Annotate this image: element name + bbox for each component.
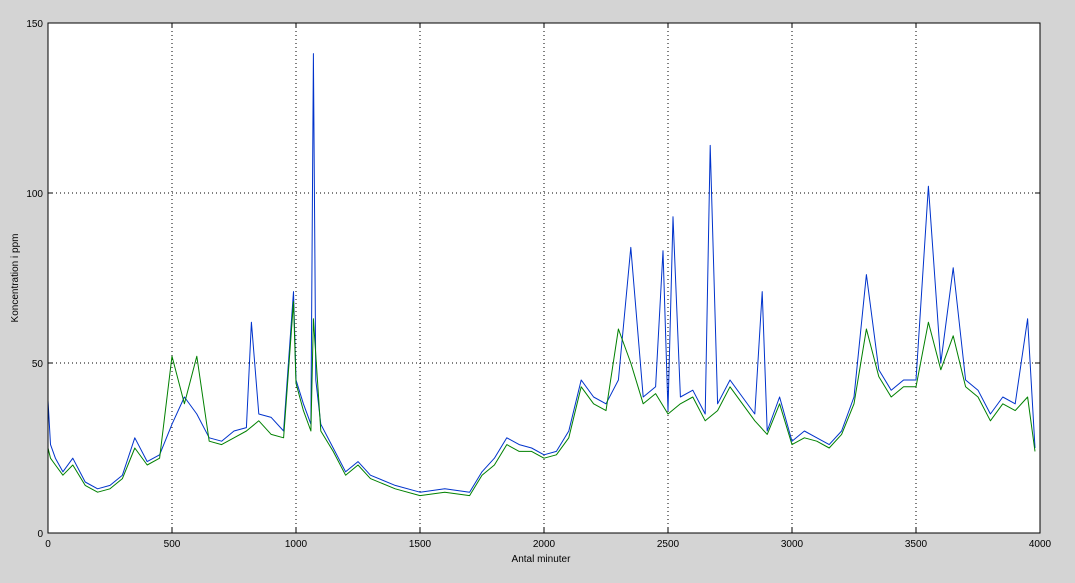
x-tick-label: 4000 xyxy=(1029,539,1052,550)
y-tick-label: 0 xyxy=(37,529,43,540)
x-tick-label: 3000 xyxy=(781,539,804,550)
x-tick-label: 1000 xyxy=(285,539,308,550)
y-tick-label: 150 xyxy=(26,19,43,30)
y-tick-label: 100 xyxy=(26,189,43,200)
x-tick-label: 2500 xyxy=(657,539,680,550)
y-axis-label: Koncentration i ppm xyxy=(10,234,21,323)
x-tick-label: 500 xyxy=(164,539,181,550)
y-tick-label: 50 xyxy=(32,359,44,370)
x-tick-label: 3500 xyxy=(905,539,928,550)
x-tick-label: 0 xyxy=(45,539,51,550)
figure: 0 500 1000 1500 2000 2500 3000 3500 4000 0 50 100 15… xyxy=(0,0,1075,583)
x-tick-label: 2000 xyxy=(533,539,556,550)
x-axis-label: Antal minuter xyxy=(512,554,572,565)
x-tick-label: 1500 xyxy=(409,539,432,550)
